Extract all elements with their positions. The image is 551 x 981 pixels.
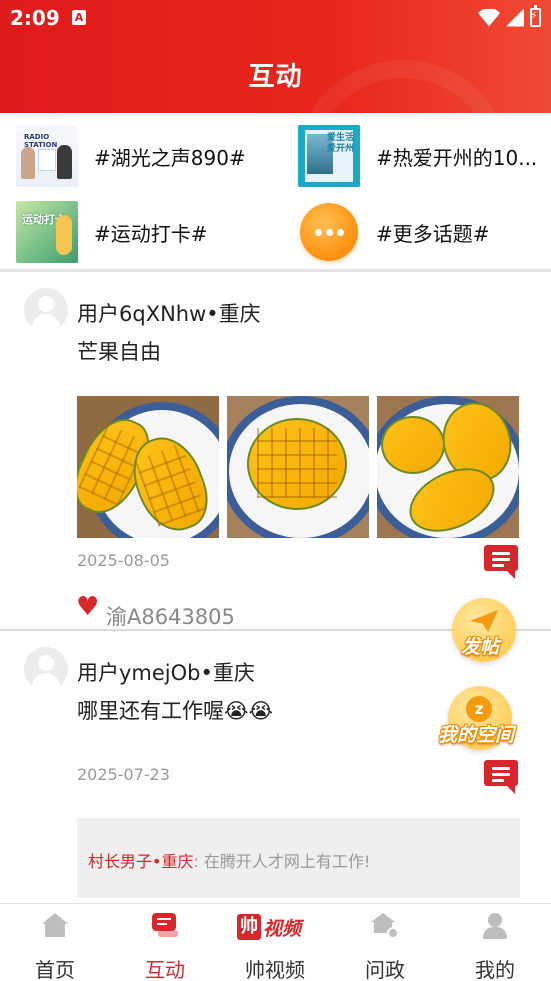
topic-item-radio[interactable]: RADIO STATION #湖光之声890# [16, 125, 246, 187]
post-photo[interactable] [377, 396, 519, 538]
thumb-caption: 爱生活 爱开州 [326, 133, 354, 154]
chat-icon [152, 913, 178, 937]
topic-item-more[interactable]: #更多话题# [298, 201, 490, 263]
nav-item-home[interactable]: 首页 [0, 904, 110, 981]
wifi-icon [478, 8, 500, 27]
topic-thumbnail: 爱生活 爱开州 [298, 125, 360, 187]
topic-item-love-kaizhou[interactable]: 爱生活 爱开州 #热爱开州的10... [298, 125, 537, 187]
post-user[interactable]: 用户ymejOb•重庆 [77, 657, 255, 687]
battery-icon [530, 5, 541, 27]
reply-user[interactable]: 村长男子•重庆 [88, 852, 193, 871]
nav-label: 首页 [35, 958, 75, 981]
nav-item-video[interactable]: 帅视频 帅视频 [220, 904, 330, 981]
post-date: 2025-07-23 [77, 765, 170, 784]
post-fab-label: 发帖 [461, 636, 500, 658]
avatar[interactable] [24, 288, 68, 332]
post-photo[interactable] [77, 396, 219, 538]
signal-icon [506, 8, 524, 27]
app-header: 2:09 A 互动 [0, 0, 551, 113]
paper-plane-icon [470, 610, 498, 632]
nav-label: 问政 [365, 958, 405, 981]
my-space-fab-button[interactable]: z 我的空间 [438, 686, 514, 750]
reply-content: : 在腾开人才网上有工作! [193, 852, 371, 871]
nav-label: 帅视频 [245, 958, 305, 981]
topic-thumbnail: RADIO STATION [16, 125, 78, 187]
nav-label: 我的 [475, 958, 515, 981]
post-user[interactable]: 用户6qXNhw•重庆 [77, 298, 261, 328]
status-icons [478, 5, 541, 27]
my-space-fab-label: 我的空间 [438, 724, 515, 746]
gov-icon [371, 913, 399, 939]
page-title: 互动 [248, 62, 303, 92]
topic-label: #热爱开州的10... [376, 145, 538, 170]
post-text: 哪里还有工作喔😭😭 [77, 699, 274, 723]
z-icon: z [466, 696, 492, 722]
video-logo-icon: 帅视频 [237, 913, 313, 941]
notification-icon: A [72, 10, 86, 25]
profile-icon [482, 913, 508, 939]
home-icon [42, 913, 68, 937]
post-date: 2025-08-05 [77, 551, 170, 570]
topic-label: #运动打卡# [94, 221, 208, 246]
status-bar: 2:09 A [0, 0, 551, 38]
topic-label: #湖光之声890# [94, 145, 246, 170]
heart-icon: ♥ [76, 592, 100, 622]
topic-item-sport[interactable]: 运动打卡 #运动打卡# [16, 201, 208, 263]
reply-text: 村长男子•重庆: 在腾开人才网上有工作! [88, 848, 370, 872]
reply-box[interactable]: 村长男子•重庆: 在腾开人才网上有工作! [77, 818, 520, 898]
avatar[interactable] [24, 647, 68, 691]
more-dots-icon [300, 203, 358, 261]
nav-item-interact[interactable]: 互动 [110, 904, 220, 981]
bottom-nav: 首页 互动 帅视频 帅视频 问政 我的 [0, 903, 551, 981]
like-user[interactable]: 渝A8643805 [106, 601, 235, 631]
nav-item-me[interactable]: 我的 [440, 904, 550, 981]
comment-icon[interactable] [484, 545, 518, 579]
status-time: 2:09 [10, 6, 60, 30]
nav-label: 互动 [145, 958, 185, 981]
nav-item-gov[interactable]: 问政 [330, 904, 440, 981]
post-photo[interactable] [227, 396, 369, 538]
post-text: 芒果自由 [77, 340, 161, 364]
comment-icon[interactable] [484, 760, 518, 794]
topic-grid: RADIO STATION #湖光之声890# 爱生活 爱开州 #热爱开州的10… [0, 113, 551, 271]
topic-thumbnail: 运动打卡 [16, 201, 78, 263]
post-fab-button[interactable]: 发帖 [452, 598, 516, 662]
topic-label: #更多话题# [376, 221, 490, 246]
